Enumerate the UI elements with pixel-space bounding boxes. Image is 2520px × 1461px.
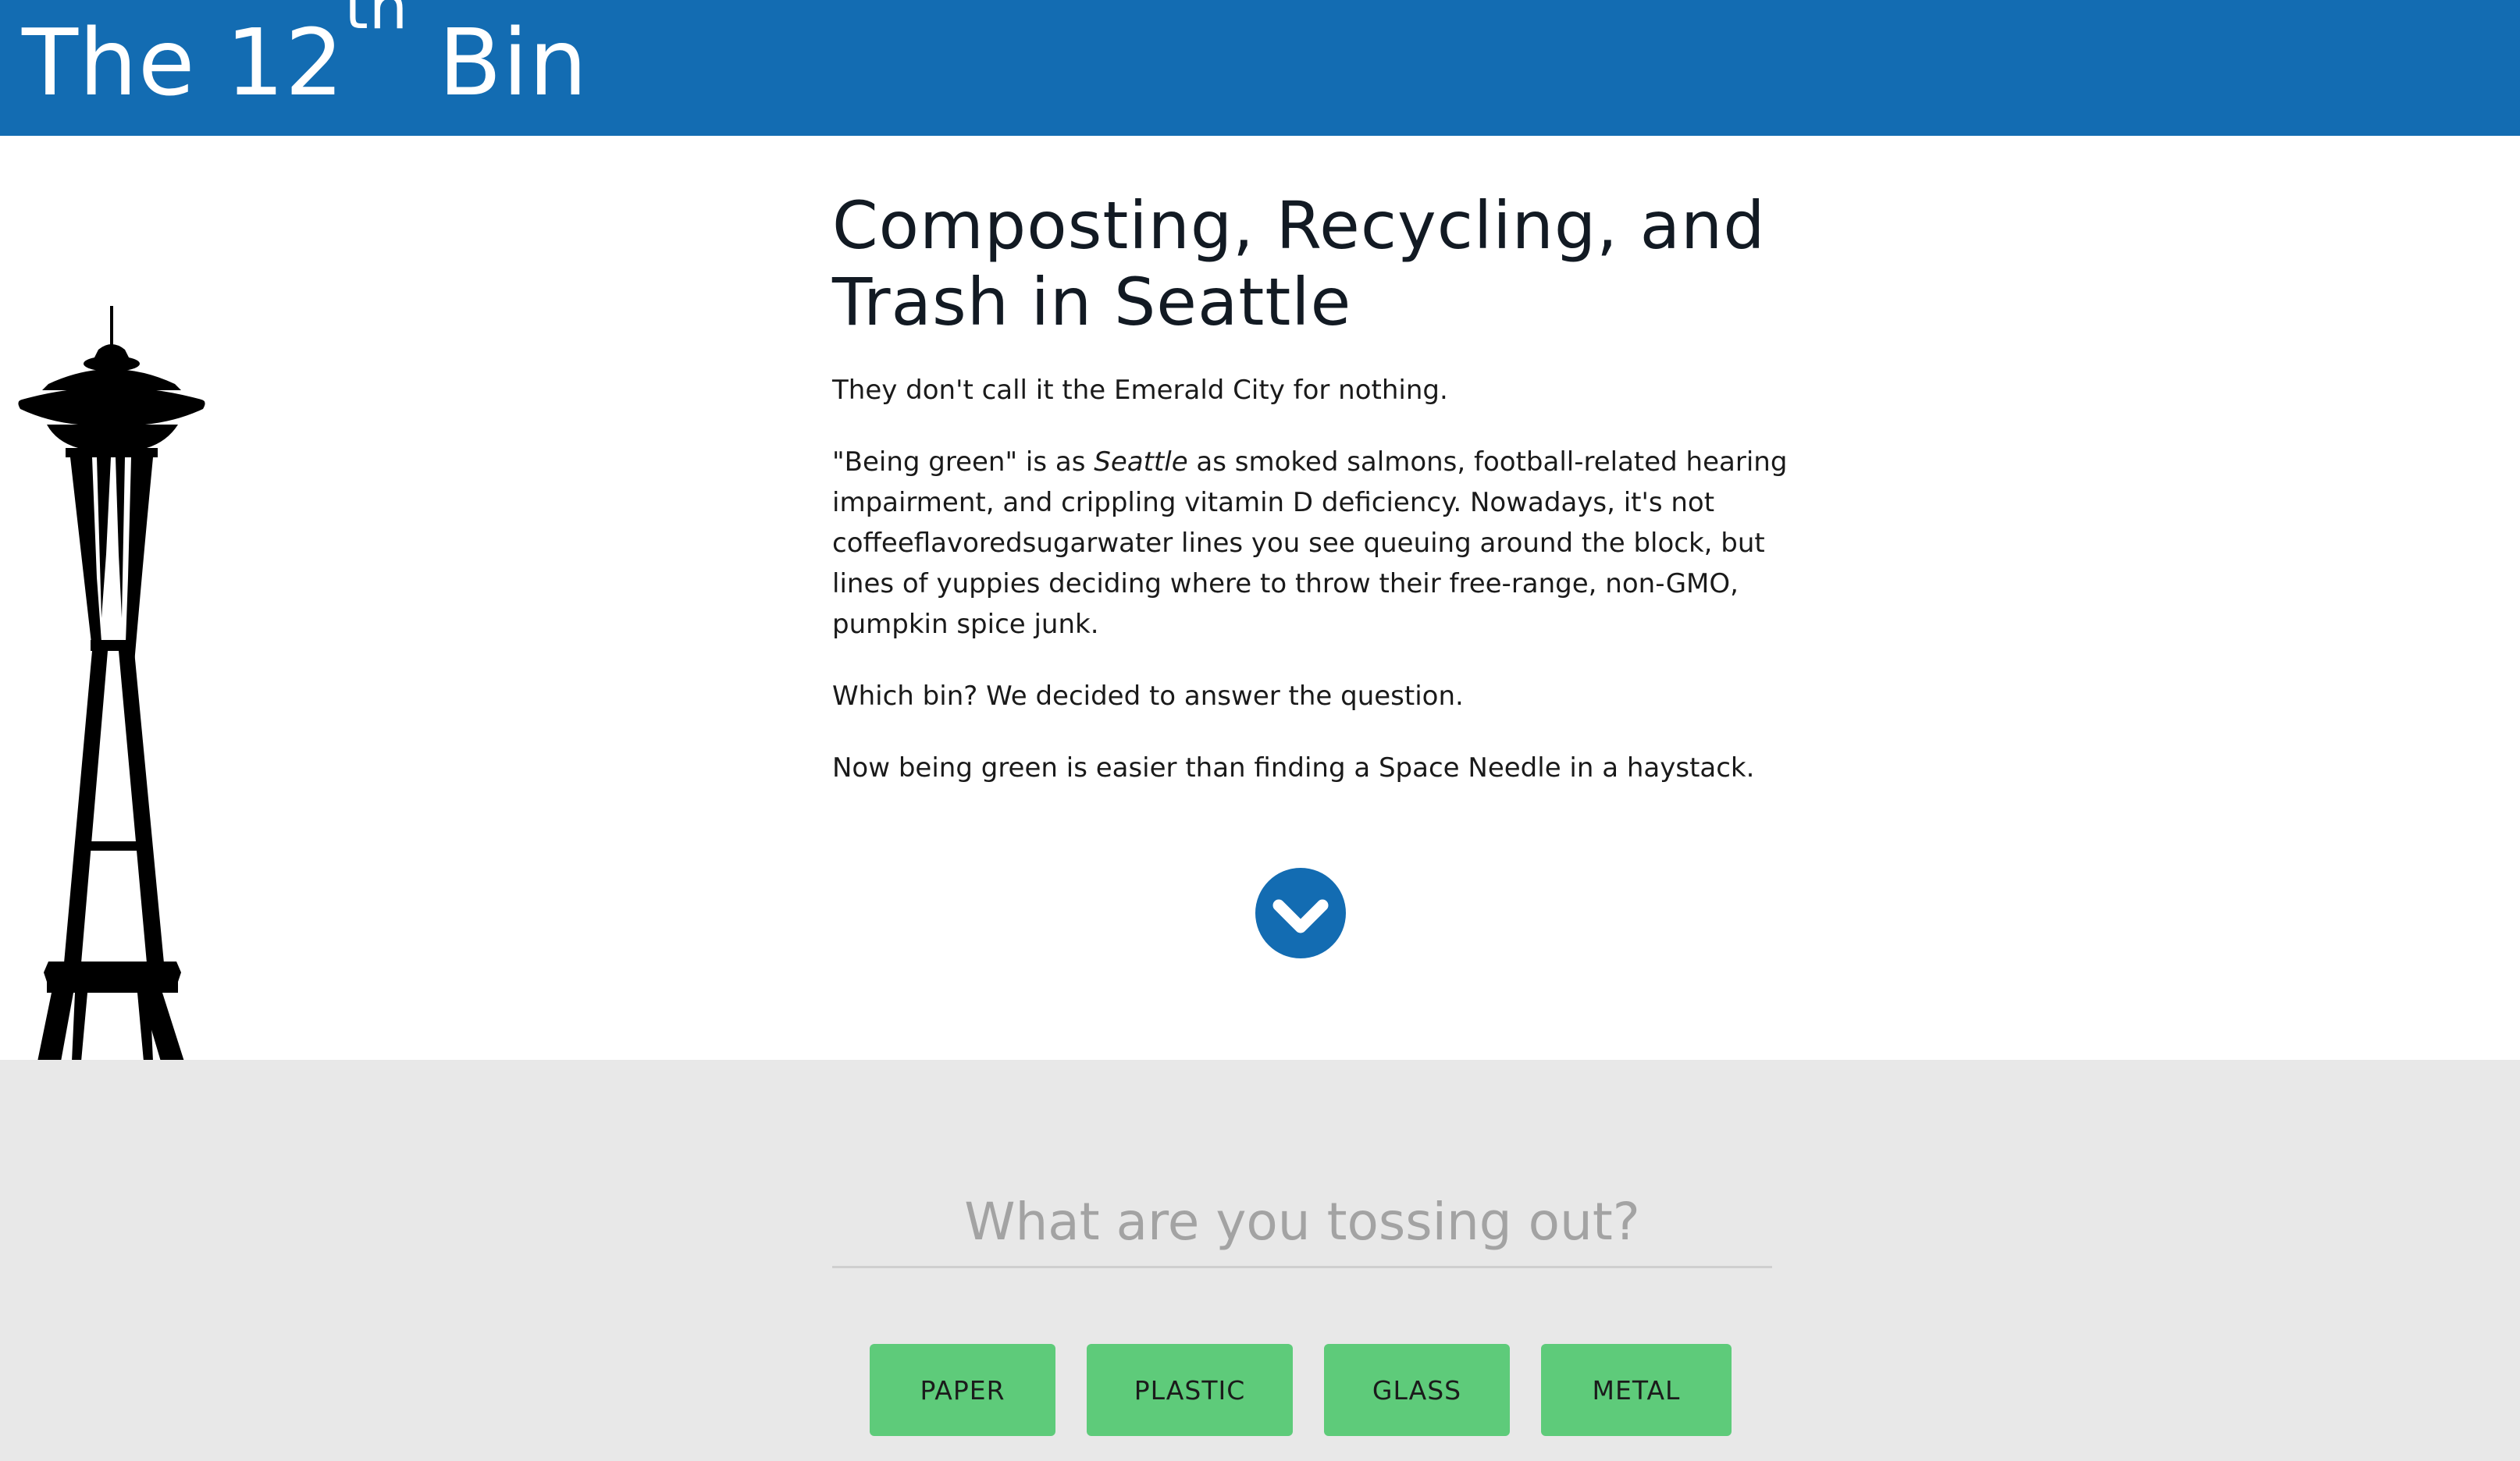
paragraph-2-emphasis: Seattle bbox=[1094, 446, 1188, 478]
intro-section: Composting, Recycling, and Trash in Seat… bbox=[832, 187, 1792, 788]
intro-paragraph-4: Now being green is easier than finding a… bbox=[832, 752, 1755, 784]
intro-paragraph-1: They don't call it the Emerald City for … bbox=[832, 375, 1448, 406]
page-title: Composting, Recycling, and Trash in Seat… bbox=[832, 187, 1766, 340]
search-field bbox=[832, 1177, 1772, 1268]
category-button-metal[interactable]: METAL bbox=[1541, 1344, 1732, 1436]
intro-paragraph-3: Which bin? We decided to answer the ques… bbox=[832, 681, 1464, 712]
paragraph-2-start: "Being green" is as bbox=[832, 446, 1094, 478]
site-header: The 12th Bin bbox=[0, 0, 2520, 136]
chevron-down-icon bbox=[1272, 899, 1329, 933]
site-logo[interactable]: The 12th Bin bbox=[22, 0, 589, 117]
logo-prefix: The 12 bbox=[22, 9, 345, 116]
category-button-paper[interactable]: PAPER bbox=[870, 1344, 1055, 1436]
search-input[interactable] bbox=[832, 1177, 1772, 1266]
logo-suffix: Bin bbox=[408, 9, 589, 116]
space-needle-icon bbox=[18, 306, 205, 1061]
category-button-glass[interactable]: GLASS bbox=[1324, 1344, 1510, 1436]
intro-paragraph-2: "Being green" is as Seattle as smoked sa… bbox=[832, 442, 1792, 645]
category-button-plastic[interactable]: PLASTIC bbox=[1087, 1344, 1293, 1436]
scroll-down-button[interactable] bbox=[1255, 868, 1346, 958]
